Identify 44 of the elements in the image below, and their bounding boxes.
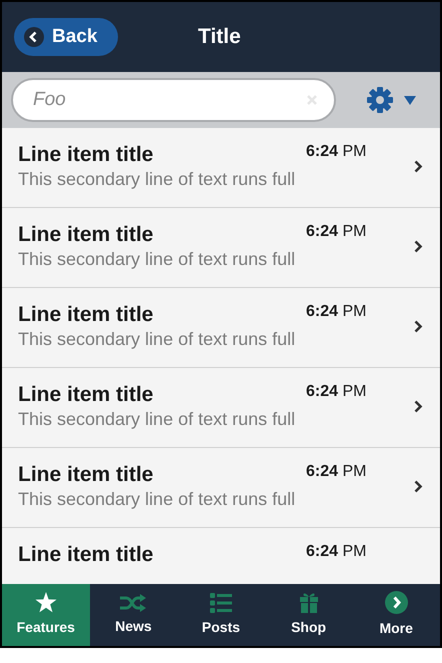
list-item[interactable]: Line item title This secondary line of text runs full 6:24 PM bbox=[2, 368, 440, 448]
item-time: 6:24 PM bbox=[306, 462, 366, 482]
item-title: Line item title bbox=[18, 543, 154, 567]
list-item[interactable]: Line item title This secondary line of text runs full 6:24 PM bbox=[2, 288, 440, 368]
gift-icon bbox=[300, 592, 318, 613]
item-time: 6:24 PM bbox=[306, 302, 366, 322]
item-title: Line item title bbox=[18, 143, 154, 167]
chevron-right-circle-icon bbox=[384, 591, 408, 614]
item-subtitle: This secondary line of text runs full bbox=[18, 408, 296, 431]
chevron-left-icon bbox=[24, 27, 44, 47]
tab[interactable]: News bbox=[90, 584, 178, 646]
item-subtitle: This secondary line of text runs full bbox=[18, 248, 296, 271]
item-time: 6:24 PM bbox=[306, 382, 366, 402]
item-subtitle: This secondary line of text runs full bbox=[18, 488, 296, 511]
list-item[interactable]: Line item title This secondary line of text runs full 6:24 PM bbox=[2, 208, 440, 288]
back-button[interactable]: Back bbox=[14, 18, 118, 56]
chevron-right-icon bbox=[414, 480, 423, 493]
shuffle-icon bbox=[120, 594, 146, 612]
list-item[interactable]: Line item title This secondary line of text runs full 6:24 PM bbox=[2, 128, 440, 208]
item-subtitle: This secondary line of text runs full bbox=[18, 328, 296, 351]
item-title: Line item title bbox=[18, 223, 154, 247]
chevron-right-icon bbox=[414, 160, 423, 173]
gear-icon bbox=[366, 86, 394, 114]
tab[interactable]: Features bbox=[2, 584, 90, 646]
page-title: Title bbox=[198, 24, 241, 50]
item-title: Line item title bbox=[18, 303, 154, 327]
list-icon bbox=[210, 592, 232, 612]
item-title: Line item title bbox=[18, 383, 154, 407]
item-subtitle: This secondary line of text runs full bbox=[18, 168, 296, 191]
list-item[interactable]: Line item title This secondary line of text runs full 6:24 PM bbox=[2, 448, 440, 528]
chevron-right-icon bbox=[414, 320, 423, 333]
settings-dropdown[interactable] bbox=[366, 86, 416, 114]
chevron-right-icon bbox=[414, 400, 423, 413]
item-title: Line item title bbox=[18, 463, 154, 487]
item-time: 6:24 PM bbox=[306, 542, 366, 562]
item-time: 6:24 PM bbox=[306, 142, 366, 162]
tab[interactable]: More bbox=[352, 584, 440, 646]
item-time: 6:24 PM bbox=[306, 222, 366, 242]
search-field[interactable]: Foo bbox=[11, 78, 336, 122]
chevron-right-icon bbox=[414, 240, 423, 253]
tab[interactable]: Posts bbox=[177, 584, 265, 646]
tab[interactable]: Shop bbox=[264, 584, 352, 646]
star-icon bbox=[34, 592, 57, 613]
caret-down-icon bbox=[404, 96, 416, 104]
